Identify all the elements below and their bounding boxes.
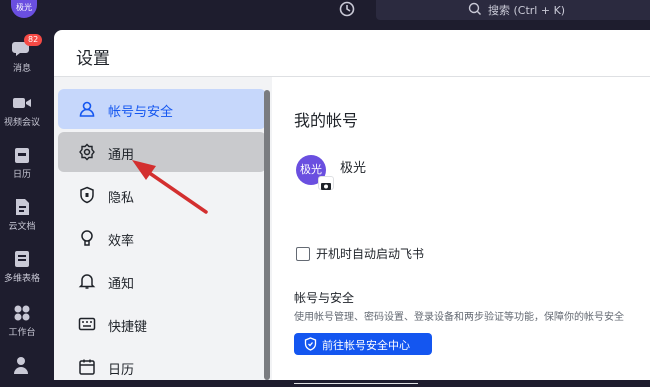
video-icon xyxy=(13,98,31,108)
profile-avatar[interactable]: 极光 xyxy=(11,0,37,18)
autostart-label: 开机时自动启动飞书 xyxy=(316,247,425,261)
keyboard-icon xyxy=(78,317,96,331)
shield-icon xyxy=(304,337,317,351)
calendar-icon xyxy=(15,148,29,163)
settings-nav: 帐号与安全 通用 隐私 效率 通知 快捷键 日历 xyxy=(54,77,272,380)
nav-label: 快捷键 xyxy=(108,320,148,335)
rail-item-docs[interactable]: 云文档 xyxy=(0,198,44,232)
account-username: 极光 xyxy=(340,161,367,176)
history-icon[interactable] xyxy=(338,0,356,18)
settings-title: 设置 xyxy=(76,49,110,69)
camera-icon[interactable] xyxy=(318,176,334,190)
rail-item-base[interactable]: 多维表格 xyxy=(0,250,44,284)
content-divider xyxy=(294,383,418,384)
nav-scrollbar[interactable] xyxy=(264,90,270,380)
rail-label-video: 视频会议 xyxy=(3,118,40,128)
settings-content: 我的帐号 极光 极光 开机时自动启动飞书 帐号与安全 使用帐号管理、密码设置、登… xyxy=(272,77,650,384)
bell-icon xyxy=(78,274,96,289)
search-box[interactable]: 搜索 (Ctrl + K) xyxy=(376,0,650,20)
nav-label: 隐私 xyxy=(108,191,135,206)
security-title: 帐号与安全 xyxy=(294,291,355,305)
app-rail: 极光 82 消息 视频会议 日历 云文档 多维表格 工作台 xyxy=(0,0,54,380)
user-icon xyxy=(79,101,95,117)
rail-label-calendar: 日历 xyxy=(12,170,31,180)
nav-item-general[interactable]: 通用 xyxy=(58,132,266,172)
security-description: 使用帐号管理、密码设置、登录设备和两步验证等功能，保障你的帐号安全 xyxy=(294,312,624,323)
nav-label: 帐号与安全 xyxy=(108,105,174,120)
rail-label-base: 多维表格 xyxy=(3,274,40,284)
nav-item-notifications[interactable]: 通知 xyxy=(58,261,266,301)
nav-item-privacy[interactable]: 隐私 xyxy=(58,175,266,215)
contacts-icon xyxy=(14,357,28,374)
grid-icon xyxy=(14,305,30,321)
autostart-checkbox[interactable] xyxy=(296,247,310,261)
gear-icon xyxy=(79,143,95,161)
search-placeholder: 搜索 (Ctrl + K) xyxy=(488,4,566,17)
nav-item-efficiency[interactable]: 效率 xyxy=(58,218,266,258)
search-icon xyxy=(468,2,481,15)
bulb-icon xyxy=(81,230,93,246)
rail-label-workplace: 工作台 xyxy=(8,328,36,338)
rail-item-calendar[interactable]: 日历 xyxy=(0,146,44,180)
nav-label: 效率 xyxy=(108,234,135,249)
rail-label-messages: 消息 xyxy=(12,64,31,74)
shield-icon xyxy=(80,186,94,204)
document-icon xyxy=(16,199,29,215)
rail-label-docs: 云文档 xyxy=(8,222,36,232)
rail-item-video[interactable]: 视频会议 xyxy=(0,94,44,128)
rail-item-messages[interactable]: 82 消息 xyxy=(0,34,44,74)
calendar-icon xyxy=(79,359,95,375)
nav-item-calendar[interactable]: 日历 xyxy=(58,347,266,387)
security-center-button[interactable]: 前往帐号安全中心 xyxy=(294,333,432,355)
security-button-label: 前往帐号安全中心 xyxy=(322,339,410,352)
rail-item-workplace[interactable]: 工作台 xyxy=(0,304,44,338)
rail-item-contacts[interactable] xyxy=(0,356,44,377)
unread-badge: 82 xyxy=(24,34,43,46)
table-icon xyxy=(15,251,29,267)
nav-item-account-security[interactable]: 帐号与安全 xyxy=(58,89,266,129)
nav-item-shortcuts[interactable]: 快捷键 xyxy=(58,304,266,344)
nav-label: 通知 xyxy=(108,277,135,292)
settings-window: 设置 帐号与安全 通用 隐私 效率 通知 快捷键 日历 我的帐号 极光 极光 开… xyxy=(54,30,650,384)
section-heading: 我的帐号 xyxy=(294,111,359,130)
nav-label: 日历 xyxy=(108,363,135,378)
nav-label: 通用 xyxy=(108,148,135,163)
